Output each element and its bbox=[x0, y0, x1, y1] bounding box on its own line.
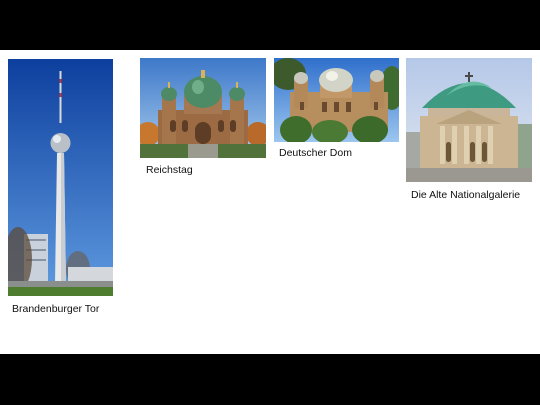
caption-reichstag: Reichstag bbox=[146, 164, 193, 176]
caption-die-alte-nationalgalerie: Die Alte Nationalgalerie bbox=[411, 189, 521, 201]
caption-brandenburger-tor: Brandenburger Tor bbox=[12, 303, 100, 315]
domed-church-photo bbox=[406, 58, 532, 182]
cathedral-photo bbox=[140, 58, 266, 158]
synagogue-photo bbox=[274, 58, 399, 142]
caption-deutscher-dom: Deutscher Dom bbox=[279, 147, 352, 159]
slide: Brandenburger Tor Reichstag Deutscher Do… bbox=[0, 50, 540, 354]
tv-tower-photo bbox=[8, 59, 113, 296]
